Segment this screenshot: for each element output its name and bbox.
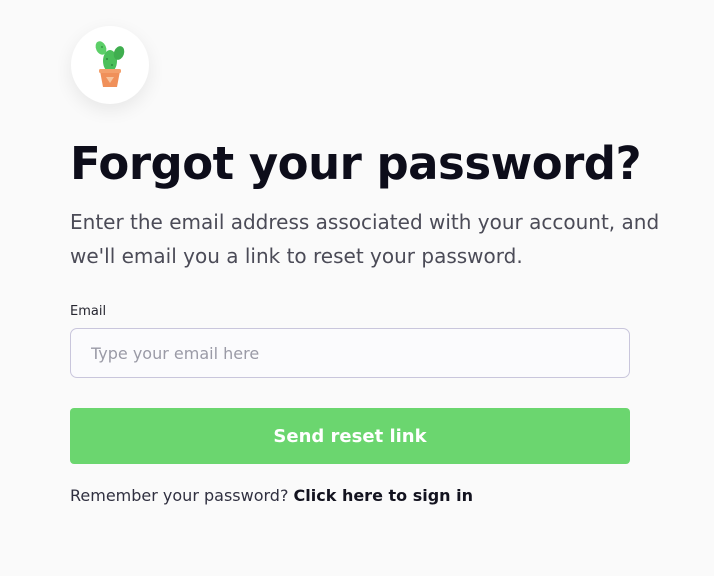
cactus-icon [95, 41, 125, 87]
email-field[interactable] [70, 328, 630, 378]
send-reset-link-button[interactable]: Send reset link [70, 408, 630, 464]
logo [71, 26, 149, 104]
signin-prompt-text: Remember your password? [70, 486, 294, 505]
signin-prompt: Remember your password? Click here to si… [70, 486, 473, 505]
signin-link[interactable]: Click here to sign in [294, 486, 473, 505]
page-subtitle: Enter the email address associated with … [70, 210, 660, 268]
page-title: Forgot your password? [70, 137, 642, 190]
email-label: Email [70, 304, 107, 319]
forgot-password-page: Forgot your password? Enter the email ad… [0, 0, 714, 576]
